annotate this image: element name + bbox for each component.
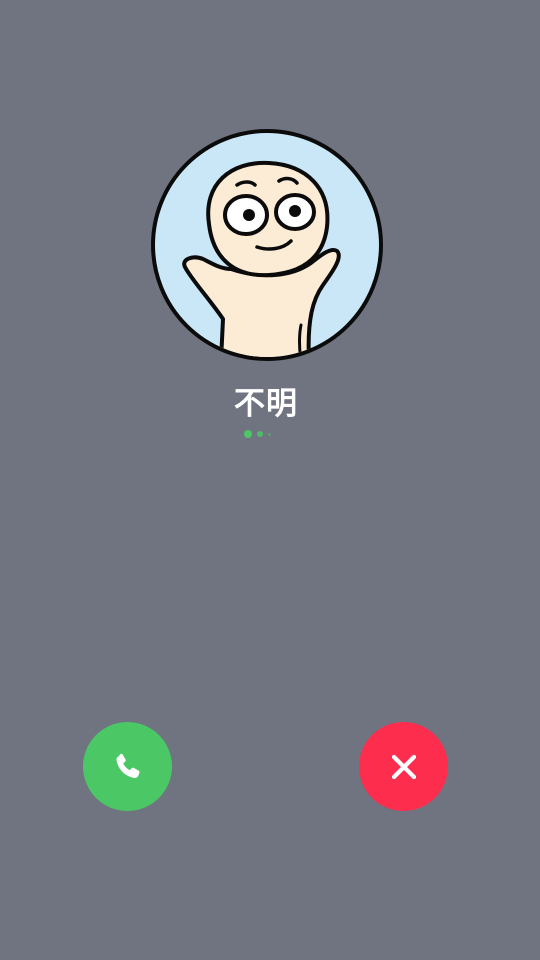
caller-avatar: [151, 129, 383, 361]
caller-name: 不明: [234, 386, 298, 422]
cartoon-character-icon: [182, 160, 341, 357]
accept-call-button[interactable]: [83, 722, 172, 811]
indicator-dot: [257, 431, 263, 437]
connecting-indicator: [244, 430, 284, 440]
incoming-call-screen: 不明: [0, 0, 540, 960]
phone-icon: [115, 753, 140, 778]
indicator-dot: [268, 433, 271, 436]
decline-call-button[interactable]: [359, 722, 448, 811]
close-icon: [391, 754, 416, 779]
indicator-dot: [244, 430, 252, 438]
